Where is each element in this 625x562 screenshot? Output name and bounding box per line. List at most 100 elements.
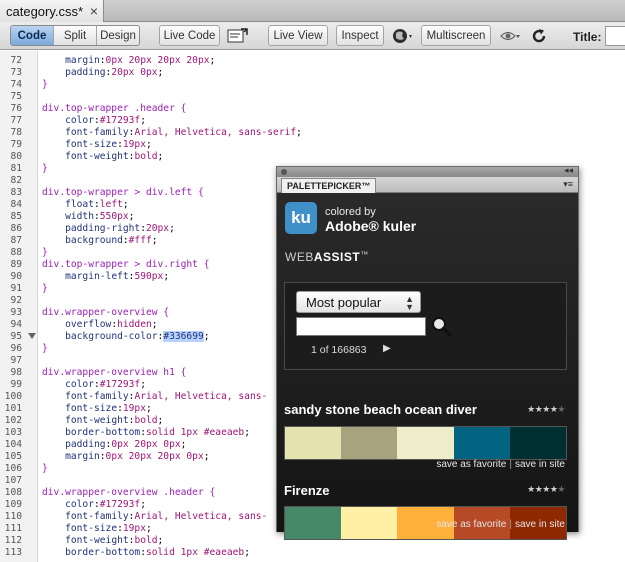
code-text: div.wrapper-overview h1 {: [42, 367, 187, 378]
next-page-icon[interactable]: ▶: [383, 343, 391, 354]
code-line[interactable]: 80 font-weight:bold;: [0, 151, 625, 163]
code-line[interactable]: 73 padding:20px 0px;: [0, 67, 625, 79]
code-text: color:#17293f;: [65, 499, 146, 510]
code-text: div.top-wrapper > div.left {: [42, 187, 204, 198]
save-in-site-link[interactable]: save in site: [515, 519, 565, 530]
line-number: 79: [10, 139, 22, 150]
color-swatch[interactable]: [341, 507, 398, 539]
collapse-panel-icon[interactable]: ◂◂: [564, 165, 573, 176]
fold-marker-icon[interactable]: [28, 333, 36, 339]
line-number: 104: [4, 439, 22, 450]
code-line[interactable]: 74}: [0, 79, 625, 91]
code-text: font-size:19px;: [65, 139, 152, 150]
line-number: 94: [10, 319, 22, 330]
code-text: div.wrapper-overview .header {: [42, 487, 216, 498]
code-text: font-family:Arial, Helvetica, sans-serif…: [65, 127, 302, 138]
code-text: div.top-wrapper > div.right {: [42, 259, 210, 270]
code-line[interactable]: 76 div.top-wrapper .header {: [0, 103, 625, 115]
panel-body: ku colored by Adobe® kuler WEBASSIST™ Mo…: [277, 194, 578, 540]
code-line[interactable]: 72 margin:0px 20px 20px 20px;: [0, 55, 625, 67]
title-label: Title:: [573, 30, 602, 44]
code-text: padding:20px 0px;: [65, 67, 164, 78]
code-text: font-weight:bold;: [65, 415, 164, 426]
panel-close-icon[interactable]: [281, 169, 287, 175]
line-number: 96: [10, 343, 22, 354]
line-number: 86: [10, 223, 22, 234]
code-text: font-size:19px;: [65, 523, 152, 534]
line-number: 73: [10, 67, 22, 78]
document-tab[interactable]: category.css* ×: [0, 0, 104, 22]
line-number: 90: [10, 271, 22, 282]
line-number: 107: [4, 475, 22, 486]
code-text: }: [42, 247, 48, 258]
star-icon: ★: [527, 404, 535, 414]
search-icon[interactable]: [431, 316, 453, 338]
star-icon: ★: [542, 484, 550, 494]
code-text: background:#fff;: [65, 235, 158, 246]
line-number: 89: [10, 259, 22, 270]
webassist-logo-bold: ASSIST: [313, 250, 361, 264]
save-as-favorite-link[interactable]: save as favorite: [436, 459, 506, 470]
line-number: 113: [4, 547, 22, 558]
save-in-site-link[interactable]: save in site: [515, 459, 565, 470]
adobe-kuler-brand: Adobe® kuler: [325, 218, 417, 234]
code-line[interactable]: 75: [0, 91, 625, 103]
code-text: font-family:Arial, Helvetica, sans-: [65, 391, 268, 402]
code-line[interactable]: 79 font-size:19px;: [0, 139, 625, 151]
color-swatch[interactable]: [453, 427, 510, 459]
split-view-button[interactable]: Split: [54, 26, 97, 45]
star-icon: ★: [527, 484, 535, 494]
color-swatch[interactable]: [509, 427, 567, 459]
line-number: 81: [10, 163, 22, 174]
theme-swatches[interactable]: [284, 426, 567, 460]
color-swatch[interactable]: [285, 507, 342, 539]
pager-text: 1 of 166863: [311, 344, 367, 356]
save-as-favorite-link[interactable]: save as favorite: [436, 519, 506, 530]
theme-links: save as favorite | save in site: [436, 519, 565, 530]
line-number: 77: [10, 115, 22, 126]
code-text: }: [42, 343, 48, 354]
code-text: div.top-wrapper .header {: [42, 103, 187, 114]
close-tab-icon[interactable]: ×: [90, 3, 98, 19]
rating-stars: ★★★★★: [527, 484, 565, 495]
line-number: 85: [10, 211, 22, 222]
code-text: margin:0px 20px 20px 0px;: [65, 451, 210, 462]
colored-by-text: colored by: [325, 206, 376, 218]
design-view-button[interactable]: Design: [97, 26, 139, 45]
sort-select[interactable]: Most popular ▲ ▼: [296, 291, 421, 313]
color-swatch[interactable]: [397, 427, 454, 459]
multiscreen-button[interactable]: Multiscreen: [421, 25, 491, 46]
line-number: 99: [10, 379, 22, 390]
sort-arrows-icon: ▲ ▼: [405, 294, 414, 312]
code-line[interactable]: 77 color:#17293f;: [0, 115, 625, 127]
document-tab-label: category.css*: [6, 3, 84, 19]
code-line[interactable]: 78 font-family:Arial, Helvetica, sans-se…: [0, 127, 625, 139]
color-swatch[interactable]: [285, 427, 342, 459]
webassist-logo: WEBASSIST™: [285, 250, 369, 264]
line-number: 82: [10, 175, 22, 186]
code-view-button[interactable]: Code: [11, 26, 54, 45]
code-text: padding:0px 20px 0px;: [65, 439, 187, 450]
line-number: 110: [4, 511, 22, 522]
live-view-button[interactable]: Live View: [268, 25, 328, 46]
line-number: 95: [10, 331, 22, 342]
panel-menu-icon[interactable]: ▾≡: [563, 179, 573, 190]
star-icon: ★: [557, 404, 565, 414]
search-input[interactable]: [296, 317, 426, 336]
code-line[interactable]: 113 border-bottom:solid 1px #eaeaeb;: [0, 547, 625, 559]
panel-title-bar[interactable]: ◂◂: [277, 165, 578, 177]
file-activity-icon[interactable]: [227, 26, 249, 46]
code-text: margin-left:590px;: [65, 271, 170, 282]
title-input[interactable]: [605, 26, 625, 46]
globe-preview-icon[interactable]: [391, 26, 413, 46]
rating-stars: ★★★★★: [527, 404, 565, 415]
line-number: 100: [4, 391, 22, 402]
inspect-button[interactable]: Inspect: [336, 25, 384, 46]
code-text: }: [42, 283, 48, 294]
color-swatch[interactable]: [341, 427, 398, 459]
palettepicker-tab[interactable]: PALETTEPICKER™: [281, 178, 377, 193]
line-number: 111: [4, 523, 22, 534]
live-code-button[interactable]: Live Code: [159, 25, 220, 46]
visual-aids-icon[interactable]: [499, 26, 521, 46]
refresh-icon[interactable]: [528, 26, 550, 46]
